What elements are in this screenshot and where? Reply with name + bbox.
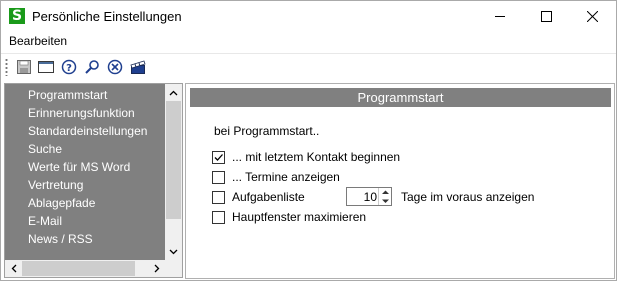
spinner-up-button[interactable] — [379, 188, 392, 196]
settings-nav-panel: Programmstart Erinnerungsfunktion Standa… — [4, 83, 183, 278]
section-header: Programmstart — [190, 88, 611, 107]
toolbar-grip[interactable] — [5, 58, 8, 76]
window-title: Persönliche Einstellungen — [32, 9, 182, 24]
checkbox-show-appointments[interactable] — [212, 170, 225, 184]
option-label: Hauptfenster maximieren — [232, 210, 367, 224]
scroll-left-button[interactable] — [5, 260, 22, 277]
option-maximize-window[interactable]: Hauptfenster maximieren — [212, 209, 366, 225]
cancel-icon — [107, 59, 123, 75]
days-suffix-label: Tage im voraus anzeigen — [401, 190, 535, 204]
help-button[interactable]: ? — [59, 57, 79, 77]
days-value[interactable]: 10 — [349, 190, 377, 204]
settings-content-panel: Programmstart bei Programmstart.. ... mi… — [185, 83, 615, 279]
title-bar[interactable]: S Persönliche Einstellungen — [1, 1, 616, 31]
close-button[interactable] — [569, 1, 615, 31]
maximize-button[interactable] — [523, 1, 569, 31]
cancel-button[interactable] — [105, 57, 125, 77]
spinner-down-button[interactable] — [379, 197, 392, 205]
days-spinner[interactable]: 10 — [346, 187, 392, 206]
nav-item-suche[interactable]: Suche — [28, 140, 62, 158]
menu-bar: Bearbeiten — [1, 31, 616, 51]
settings-nav-list: Programmstart Erinnerungsfunktion Standa… — [5, 84, 164, 259]
option-label: ... Termine anzeigen — [232, 170, 340, 184]
settings-window: S Persönliche Einstellungen Bearbeiten ?… — [0, 0, 617, 281]
search-icon — [85, 60, 99, 74]
nav-item-vertretung[interactable]: Vertretung — [28, 176, 83, 194]
option-last-contact[interactable]: ... mit letztem Kontakt beginnen — [212, 149, 400, 165]
minimize-icon — [495, 16, 505, 17]
option-label: ... mit letztem Kontakt beginnen — [232, 150, 401, 164]
scroll-up-button[interactable] — [165, 84, 182, 101]
scroll-down-button[interactable] — [165, 243, 182, 260]
clapperboard-icon — [130, 60, 146, 74]
nav-vertical-scrollbar[interactable] — [165, 84, 182, 260]
nav-item-ablagepfade[interactable]: Ablagepfade — [28, 194, 95, 212]
option-task-list[interactable]: Aufgabenliste — [212, 189, 305, 205]
minimize-button[interactable] — [477, 1, 523, 31]
help-icon: ? — [61, 59, 77, 75]
scroll-right-button[interactable] — [148, 260, 165, 277]
save-icon — [17, 60, 31, 74]
window-button[interactable] — [36, 57, 56, 77]
chevron-down-icon — [382, 199, 389, 203]
save-button[interactable] — [14, 57, 34, 77]
svg-text:?: ? — [66, 63, 72, 74]
chevron-right-icon — [154, 264, 159, 273]
close-icon — [586, 10, 598, 22]
nav-horizontal-scrollbar[interactable] — [5, 260, 165, 277]
chevron-left-icon — [11, 264, 16, 273]
clapperboard-button[interactable] — [128, 57, 148, 77]
spinner-buttons — [378, 188, 391, 205]
horizontal-scroll-thumb[interactable] — [22, 261, 135, 276]
checkbox-last-contact[interactable] — [212, 150, 225, 164]
checkbox-maximize-window[interactable] — [212, 210, 225, 224]
scrollbar-corner — [165, 260, 182, 277]
option-label: Aufgabenliste — [232, 190, 305, 204]
chevron-up-icon — [382, 190, 389, 194]
chevron-down-icon — [169, 249, 178, 254]
option-show-appointments[interactable]: ... Termine anzeigen — [212, 169, 340, 185]
checkbox-task-list[interactable] — [212, 190, 225, 204]
chevron-up-icon — [169, 90, 178, 95]
intro-text: bei Programmstart.. — [214, 124, 320, 138]
toolbar: ? — [1, 53, 616, 79]
menu-bearbeiten[interactable]: Bearbeiten — [9, 34, 67, 48]
search-button[interactable] — [82, 57, 102, 77]
nav-item-programmstart[interactable]: Programmstart — [28, 86, 107, 104]
checkmark-icon — [214, 153, 223, 161]
maximize-icon — [540, 10, 552, 22]
app-logo-icon: S — [9, 8, 25, 24]
nav-item-erinnerungsfunktion[interactable]: Erinnerungsfunktion — [28, 104, 135, 122]
nav-item-standardeinstellungen[interactable]: Standardeinstellungen — [28, 122, 147, 140]
nav-item-werte-ms-word[interactable]: Werte für MS Word — [28, 158, 130, 176]
nav-item-news-rss[interactable]: News / RSS — [28, 230, 93, 248]
nav-item-e-mail[interactable]: E-Mail — [28, 212, 62, 230]
window-icon — [38, 61, 54, 73]
vertical-scroll-thumb[interactable] — [166, 101, 181, 219]
